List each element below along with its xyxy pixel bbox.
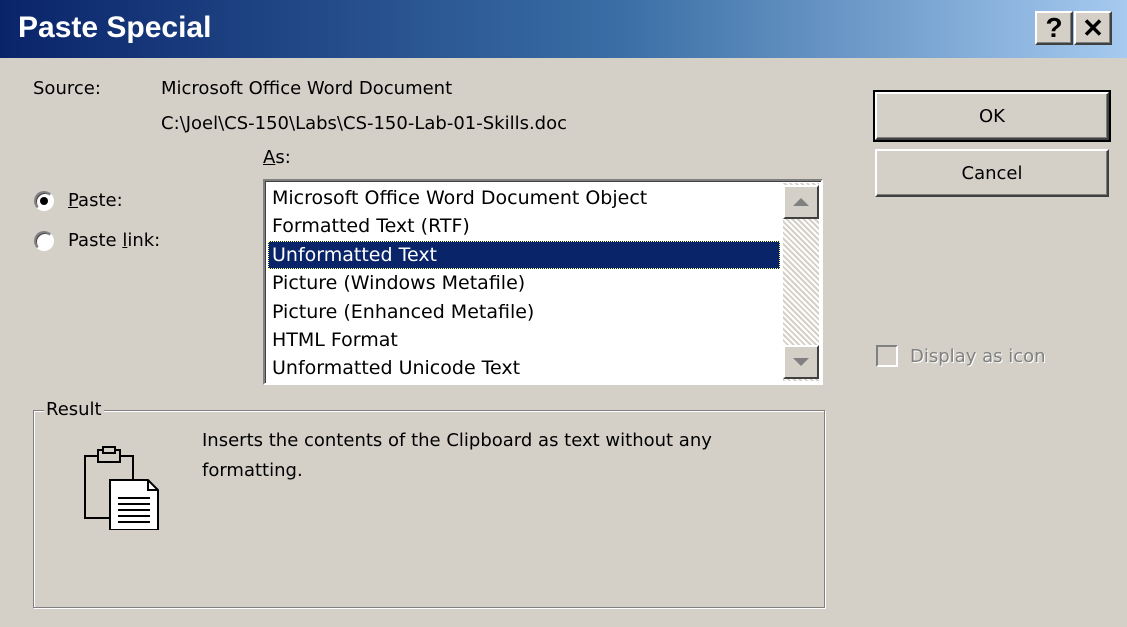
cancel-button[interactable]: Cancel bbox=[875, 149, 1109, 197]
paste-rest: aste: bbox=[78, 190, 123, 211]
scroll-down-button[interactable] bbox=[783, 345, 819, 379]
result-description: Inserts the contents of the Clipboard as… bbox=[202, 430, 712, 481]
result-group-label: Result bbox=[44, 398, 104, 422]
paste-link-radio[interactable] bbox=[34, 231, 54, 251]
source-path: C:\Joel\CS-150\Labs\CS-150-Lab-01-Skills… bbox=[161, 113, 568, 134]
paste-radio-label[interactable]: Paste: bbox=[68, 189, 123, 213]
help-icon: ? bbox=[1045, 12, 1063, 43]
source-name: Microsoft Office Word Document bbox=[161, 78, 453, 99]
paste-radio-dot bbox=[40, 197, 48, 205]
list-item[interactable]: Microsoft Office Word Document Object bbox=[268, 184, 780, 212]
source-label: Source: bbox=[33, 78, 101, 99]
list-item[interactable]: HTML Format bbox=[268, 326, 780, 354]
scroll-up-button[interactable] bbox=[783, 185, 819, 219]
list-item-selected[interactable]: Unformatted Text bbox=[268, 240, 780, 270]
help-button[interactable]: ? bbox=[1035, 11, 1073, 45]
as-label-mnemonic: A bbox=[263, 147, 276, 168]
clipboard-paste-icon bbox=[82, 446, 166, 535]
ok-button[interactable]: OK bbox=[873, 90, 1111, 142]
as-listbox[interactable]: Microsoft Office Word Document Object Fo… bbox=[263, 179, 823, 385]
list-item[interactable]: Picture (Enhanced Metafile) bbox=[268, 298, 780, 326]
arrow-up-icon bbox=[793, 198, 809, 206]
arrow-down-icon bbox=[793, 358, 809, 366]
paste-link-rest: ink: bbox=[127, 230, 161, 251]
display-as-icon-checkbox[interactable] bbox=[876, 345, 898, 367]
display-as-icon-label: Display as icon bbox=[910, 346, 1046, 367]
as-list-items: Microsoft Office Word Document Object Fo… bbox=[268, 184, 780, 383]
paste-mnemonic: P bbox=[68, 190, 79, 211]
paste-link-before: Paste bbox=[68, 230, 123, 251]
close-icon: ✕ bbox=[1082, 12, 1104, 43]
list-item[interactable]: Unformatted Unicode Text bbox=[268, 354, 780, 382]
window-title: Paste Special bbox=[18, 11, 212, 44]
list-item[interactable]: Picture (Windows Metafile) bbox=[268, 269, 780, 297]
as-label-rest: s: bbox=[275, 147, 291, 168]
as-label: As: bbox=[263, 146, 291, 170]
list-item[interactable]: Formatted Text (RTF) bbox=[268, 212, 780, 240]
paste-radio[interactable] bbox=[34, 191, 54, 211]
paste-link-radio-label[interactable]: Paste link: bbox=[68, 229, 160, 253]
list-scrollbar[interactable] bbox=[783, 183, 819, 381]
close-button[interactable]: ✕ bbox=[1074, 11, 1112, 45]
